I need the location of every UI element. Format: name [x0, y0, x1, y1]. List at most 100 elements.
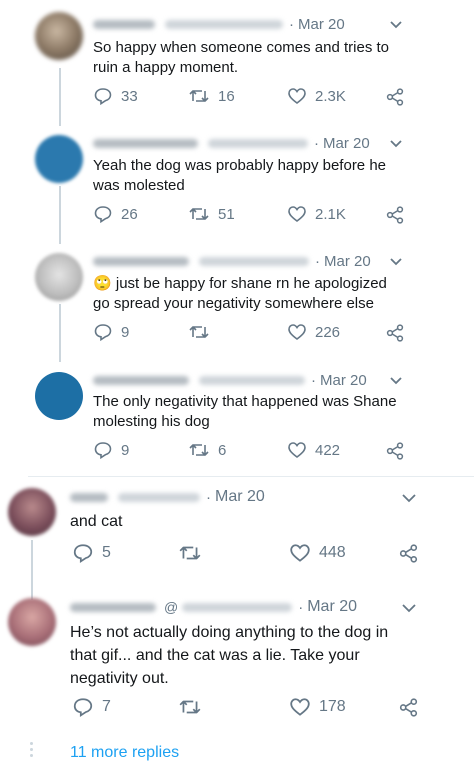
avatar[interactable]: [8, 488, 56, 536]
display-name[interactable]: [70, 602, 156, 612]
chevron-down-icon[interactable]: [389, 139, 403, 149]
reply-button[interactable]: 7: [72, 696, 111, 718]
share-icon[interactable]: [386, 206, 404, 224]
retweet-count: 51: [218, 205, 235, 223]
display-name[interactable]: [93, 376, 189, 385]
thread-line: [59, 186, 61, 244]
tweet-header: · Mar 20: [93, 16, 345, 33]
timestamp[interactable]: Mar 20: [298, 16, 345, 33]
username[interactable]: [118, 492, 200, 502]
chevron-down-icon[interactable]: [401, 603, 417, 613]
reply-icon: [94, 88, 112, 106]
tweet-text-fragment: just be happy for shane rn he apologized: [115, 275, 387, 292]
retweet-icon: [189, 208, 209, 220]
avatar[interactable]: [35, 253, 83, 301]
tweet-text: 🙄 just be happy for shane rn he apologiz…: [93, 274, 387, 314]
tweet-text: He’s not actually doing anything to the …: [70, 621, 388, 690]
tweet-header: @ · Mar 20: [70, 598, 357, 616]
tweet-text-line: He’s not actually doing anything to the …: [70, 624, 389, 641]
retweet-icon: [189, 90, 209, 102]
timestamp[interactable]: Mar 20: [324, 253, 371, 270]
like-count: 2.3K: [315, 87, 346, 105]
tweet-text-line: and cat: [70, 513, 123, 530]
chevron-down-icon[interactable]: [389, 376, 403, 386]
tweet-text-line: 🙄 just be happy for shane rn he apologiz…: [93, 274, 387, 294]
timestamp[interactable]: Mar 20: [323, 135, 370, 152]
like-button[interactable]: 2.1K: [287, 204, 346, 224]
chevron-down-icon[interactable]: [389, 257, 403, 267]
retweet-button[interactable]: [178, 542, 210, 564]
reply-button[interactable]: 26: [93, 204, 138, 224]
more-replies-dots: [30, 742, 33, 760]
chevron-down-icon[interactable]: [401, 493, 417, 503]
like-button[interactable]: 178: [289, 696, 346, 718]
reply-count: 26: [121, 205, 138, 223]
separator-dot: ·: [206, 488, 211, 506]
username[interactable]: [182, 602, 293, 612]
like-button[interactable]: 448: [289, 542, 346, 564]
display-name[interactable]: [93, 257, 189, 266]
share-icon[interactable]: [386, 442, 404, 460]
display-name[interactable]: [93, 139, 198, 148]
tweet-header: · Mar 20: [70, 488, 265, 506]
like-count: 226: [315, 323, 341, 341]
separator-dot: ·: [289, 16, 294, 33]
username[interactable]: [208, 139, 308, 148]
username[interactable]: [199, 376, 305, 385]
username[interactable]: [199, 257, 309, 266]
display-name[interactable]: [70, 492, 108, 502]
reply-tweet[interactable]: · Mar 20 So happy when someone comes and…: [0, 0, 474, 120]
display-name[interactable]: [93, 20, 155, 29]
retweet-button[interactable]: 16: [188, 86, 235, 106]
avatar[interactable]: [8, 598, 56, 646]
share-icon[interactable]: [386, 88, 404, 106]
reply-button[interactable]: 33: [93, 86, 138, 106]
more-replies-link[interactable]: 11 more replies: [70, 744, 179, 762]
like-icon: [290, 544, 310, 562]
retweet-count: 16: [218, 87, 235, 105]
tweet-text-line: Yeah the dog was probably happy before h…: [93, 157, 387, 174]
avatar[interactable]: [35, 372, 83, 420]
reply-button[interactable]: 9: [93, 440, 129, 460]
like-icon: [288, 324, 306, 341]
retweet-button[interactable]: 51: [188, 204, 235, 224]
reply-count: 9: [121, 441, 130, 459]
reply-count: 7: [102, 698, 111, 715]
tweet-text-line: The only negativity that happened was Sh…: [93, 393, 397, 410]
timestamp[interactable]: Mar 20: [307, 598, 357, 616]
like-button[interactable]: 226: [287, 322, 340, 342]
share-icon[interactable]: [399, 698, 418, 717]
reply-button[interactable]: 5: [72, 542, 111, 564]
share-icon[interactable]: [399, 544, 418, 563]
retweet-icon: [179, 700, 201, 714]
tweet-text-line: that gif... and the cat was a lie. Take …: [70, 647, 360, 664]
reply-button[interactable]: 9: [93, 322, 129, 342]
tweet-text-line: So happy when someone comes and tries to: [93, 39, 390, 56]
chevron-down-icon[interactable]: [389, 20, 403, 30]
thread-line: [31, 540, 33, 600]
like-icon: [288, 88, 306, 105]
username[interactable]: [165, 20, 283, 29]
reply-icon: [94, 324, 112, 342]
tweet-header: · Mar 20: [93, 372, 367, 389]
reply-icon: [94, 442, 112, 460]
timestamp[interactable]: Mar 20: [215, 488, 265, 506]
retweet-icon: [189, 326, 209, 338]
retweet-button[interactable]: [188, 322, 218, 342]
thread-line: [59, 304, 61, 362]
share-icon[interactable]: [386, 324, 404, 342]
timestamp[interactable]: Mar 20: [320, 372, 367, 389]
avatar[interactable]: [35, 12, 83, 60]
like-count: 448: [319, 544, 346, 561]
like-button[interactable]: 2.3K: [287, 86, 346, 106]
retweet-button[interactable]: [178, 696, 210, 718]
tweet-text-line: molesting his dog: [93, 413, 210, 430]
username-at[interactable]: @: [164, 599, 178, 615]
avatar[interactable]: [35, 135, 83, 183]
retweet-button[interactable]: 6: [188, 440, 226, 460]
like-count: 422: [315, 441, 341, 459]
divider: [28, 476, 474, 477]
like-button[interactable]: 422: [287, 440, 340, 460]
tweet-text-line: negativity out.: [70, 670, 169, 687]
reply-count: 5: [102, 544, 111, 561]
